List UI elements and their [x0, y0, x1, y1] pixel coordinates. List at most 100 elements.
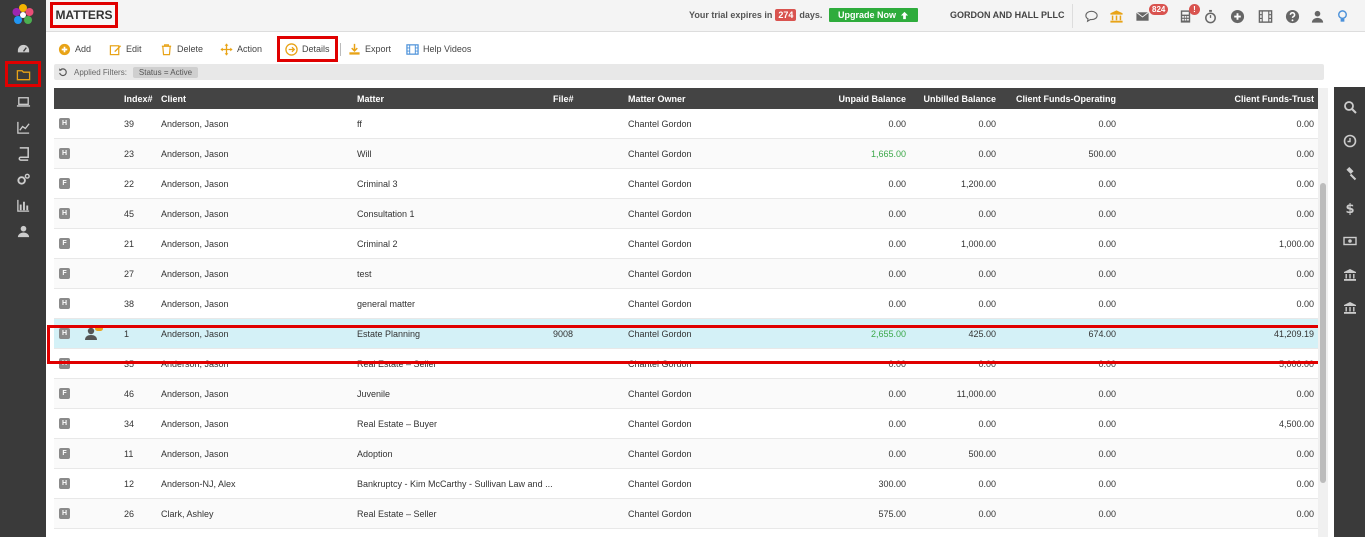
add-button[interactable]: Add	[58, 41, 91, 57]
chat-button[interactable]	[1082, 7, 1100, 25]
table-row[interactable]: F 22 Anderson, Jason Criminal 3 Chantel Gord…	[54, 169, 1318, 199]
table-row[interactable]: H 34 Anderson, Jason Real Estate – Buyer Cha…	[54, 409, 1318, 439]
col-file[interactable]: File#	[553, 94, 574, 104]
help-button[interactable]	[1283, 7, 1301, 25]
col-funds-operating[interactable]: Client Funds-Operating	[1016, 94, 1116, 104]
timer-button[interactable]	[1201, 7, 1219, 25]
cell-index: 39	[124, 119, 135, 129]
cell-unbilled: 0.00	[978, 119, 996, 129]
cell-client: Anderson, Jason	[161, 299, 229, 309]
table-row[interactable]: H 38 Anderson, Jason general matter Chantel …	[54, 289, 1318, 319]
cell-funds-trust: 5,000.00	[1278, 359, 1314, 369]
delete-button[interactable]: Delete	[160, 41, 203, 57]
matter-type-badge: F	[59, 178, 70, 189]
col-unbilled[interactable]: Unbilled Balance	[923, 94, 996, 104]
tips-button[interactable]	[1333, 7, 1351, 25]
right-gavel-button[interactable]	[1334, 162, 1365, 186]
cell-owner: Chantel Gordon	[628, 269, 692, 279]
col-client[interactable]: Client	[161, 94, 186, 104]
clock-icon	[1343, 134, 1356, 148]
table-row[interactable]: F 21 Anderson, Jason Criminal 2 Chantel Gord…	[54, 229, 1318, 259]
col-index[interactable]: Index#	[124, 94, 153, 104]
export-button[interactable]: Export	[348, 41, 391, 57]
cell-funds-operating: 0.00	[1098, 299, 1116, 309]
scrollbar-thumb[interactable]	[1320, 183, 1326, 483]
table-scrollbar[interactable]	[1318, 88, 1328, 537]
search-icon	[1343, 101, 1357, 114]
mail-icon	[1135, 11, 1149, 21]
nav-contacts[interactable]	[0, 218, 46, 244]
right-payments-button[interactable]	[1334, 229, 1365, 253]
table-row[interactable]: H 12 Anderson-NJ, Alex Bankruptcy - Kim McC…	[54, 469, 1318, 499]
help-videos-button[interactable]: Help Videos	[406, 41, 471, 57]
left-sidebar	[0, 0, 46, 537]
nav-time[interactable]	[0, 88, 46, 114]
nav-analytics[interactable]	[0, 192, 46, 218]
col-matter[interactable]: Matter	[357, 94, 384, 104]
right-clock-button[interactable]	[1334, 129, 1365, 153]
gears-icon	[16, 173, 30, 185]
cell-owner: Chantel Gordon	[628, 479, 692, 489]
right-bank-add-button[interactable]	[1334, 296, 1365, 320]
details-button[interactable]: Details	[277, 36, 338, 62]
reset-icon[interactable]	[58, 67, 68, 77]
action-button[interactable]: Action	[220, 41, 262, 57]
cell-owner: Chantel Gordon	[628, 149, 692, 159]
table-row[interactable]: H 35 Anderson, Jason Real Estate – Seller Ch…	[54, 349, 1318, 379]
cell-funds-trust: 41,209.19	[1273, 329, 1314, 339]
top-header: MATTERS Your trial expires in 274 days. …	[46, 0, 1365, 32]
video-button[interactable]	[1256, 7, 1274, 25]
nav-dashboard[interactable]	[0, 36, 46, 62]
table-row[interactable]: H 1 Anderson, Jason Estate Planning 9008 Chan…	[54, 319, 1318, 349]
right-search-button[interactable]	[1334, 95, 1365, 119]
right-billing-button[interactable]: $	[1334, 196, 1365, 220]
cell-funds-operating: 0.00	[1098, 119, 1116, 129]
cell-unpaid: 2,655.00	[870, 329, 906, 339]
cell-index: 26	[124, 509, 135, 519]
edit-button[interactable]: Edit	[109, 41, 142, 57]
col-owner[interactable]: Matter Owner	[628, 94, 686, 104]
table-row[interactable]: H 45 Anderson, Jason Consultation 1 Chantel …	[54, 199, 1318, 229]
app-logo-icon[interactable]	[11, 3, 35, 27]
cell-matter: Adoption	[357, 449, 393, 459]
nav-reports[interactable]	[0, 114, 46, 140]
trial-days-badge: 274	[775, 9, 797, 21]
cell-unbilled: 0.00	[978, 479, 996, 489]
quick-add-button[interactable]	[1228, 7, 1246, 25]
cell-unpaid: 575.00	[878, 509, 906, 519]
cell-unpaid: 0.00	[888, 449, 906, 459]
nav-library[interactable]	[0, 140, 46, 166]
bank-button[interactable]	[1107, 7, 1125, 25]
cell-matter: Consultation 1	[357, 209, 415, 219]
col-unpaid[interactable]: Unpaid Balance	[838, 94, 906, 104]
bank-icon	[1109, 9, 1123, 23]
table-row[interactable]: H 26 Clark, Ashley Real Estate – Seller Chan…	[54, 499, 1318, 529]
cell-funds-trust: 0.00	[1296, 209, 1314, 219]
upgrade-now-button[interactable]: Upgrade Now	[829, 8, 918, 22]
cell-client: Anderson-NJ, Alex	[161, 479, 236, 489]
cell-client: Anderson, Jason	[161, 329, 229, 339]
gavel-icon	[1345, 167, 1356, 181]
col-funds-trust[interactable]: Client Funds-Trust	[1235, 94, 1315, 104]
table-row[interactable]: H 23 Anderson, Jason Will Chantel Gordon 1,66…	[54, 139, 1318, 169]
cell-index: 38	[124, 299, 135, 309]
nav-settings[interactable]	[0, 166, 46, 192]
cell-funds-operating: 0.00	[1098, 359, 1116, 369]
download-icon	[349, 43, 360, 55]
cell-client: Anderson, Jason	[161, 179, 229, 189]
profile-button[interactable]	[1308, 7, 1326, 25]
cell-unpaid: 0.00	[888, 119, 906, 129]
table-row[interactable]: F 11 Anderson, Jason Adoption Chantel Gordon…	[54, 439, 1318, 469]
right-bank-button[interactable]	[1334, 263, 1365, 287]
cell-unpaid: 0.00	[888, 389, 906, 399]
client-portal-icon[interactable]	[84, 325, 104, 341]
cell-matter: Juvenile	[357, 389, 391, 399]
filter-chip-status[interactable]: Status = Active	[132, 66, 199, 78]
table-row[interactable]: H 39 Anderson, Jason ff Chantel Gordon 0.00 0.…	[54, 109, 1318, 139]
matter-type-badge: H	[59, 298, 70, 309]
cell-index: 45	[124, 209, 135, 219]
nav-matters[interactable]	[5, 61, 41, 87]
table-row[interactable]: F 27 Anderson, Jason test Chantel Gordon 0.00…	[54, 259, 1318, 289]
export-label: Export	[365, 44, 392, 54]
table-row[interactable]: F 46 Anderson, Jason Juvenile Chantel Gordon…	[54, 379, 1318, 409]
